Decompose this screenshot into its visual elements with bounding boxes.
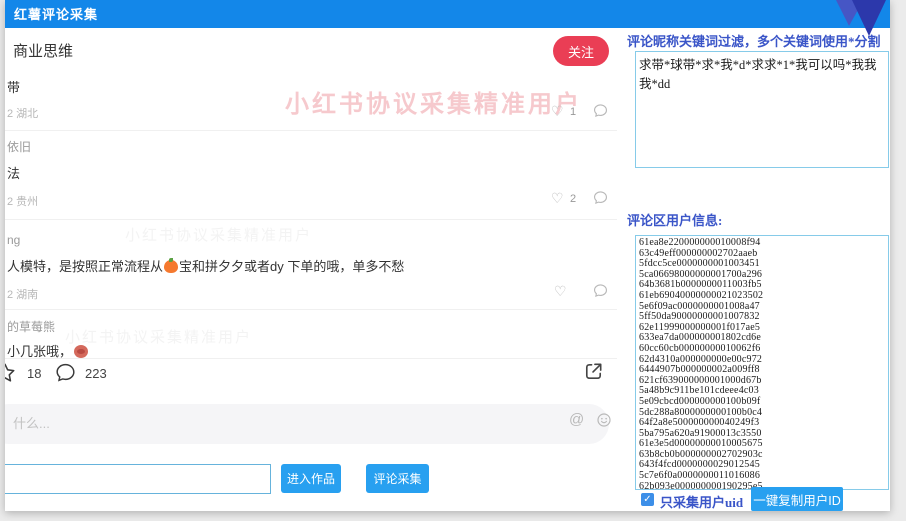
screen: 红薯评论采集 小红书协议采集精准用户 小红书协议采集精准用户 小红书协议采集精准…: [0, 0, 906, 521]
watermark-faint: 小红书协议采集精准用户: [125, 224, 312, 245]
enter-work-button[interactable]: 进入作品: [281, 464, 341, 493]
collect-count: 18: [27, 366, 41, 381]
divider: [5, 309, 617, 310]
like-count: 1: [570, 106, 576, 118]
collect-comments-button[interactable]: 评论采集: [366, 464, 429, 493]
uid-only-checkbox[interactable]: ✓: [641, 493, 654, 506]
comment-count: 223: [85, 366, 107, 381]
app-window: 红薯评论采集 小红书协议采集精准用户 小红书协议采集精准用户 小红书协议采集精准…: [5, 0, 890, 511]
like-count: 2: [570, 193, 576, 205]
comment-text: 人模特，是按照正常流程从宝和拼夕夕或者dy 下单的哦，单多不愁: [7, 256, 404, 275]
comment-input-placeholder: 什么...: [13, 413, 50, 432]
copy-user-ids-button[interactable]: 一键复制用户ID: [751, 487, 843, 511]
emoji-smiley-icon[interactable]: [596, 412, 612, 428]
like-icon[interactable]: ♡: [551, 104, 564, 118]
keyword-filter-label: 评论昵称关键词过滤，多个关键词使用*分割: [627, 31, 881, 50]
app-title: 红薯评论采集: [14, 4, 98, 23]
note-title: 商业思维: [13, 40, 73, 61]
keyword-filter-textarea[interactable]: 求带*球带*求*我*d*求求*1*我可以吗*我我我*dd: [635, 51, 889, 168]
uid-only-checkbox-label: 只采集用户uid: [660, 492, 743, 511]
comment-input[interactable]: [5, 404, 609, 444]
divider: [5, 130, 617, 131]
comment-user[interactable]: 依旧: [7, 138, 31, 155]
title-bar: 红薯评论采集: [5, 0, 890, 28]
share-icon[interactable]: [582, 360, 605, 383]
watermark: 小红书协议采集精准用户: [285, 84, 582, 119]
divider: [5, 358, 617, 359]
comment-text: 带: [7, 77, 20, 96]
comment-user[interactable]: ng: [7, 233, 20, 247]
like-icon[interactable]: ♡: [554, 284, 567, 298]
comment-meta: 2 湖北: [7, 105, 38, 121]
comment-bubble-icon[interactable]: [55, 362, 76, 383]
work-url-input[interactable]: [5, 464, 271, 494]
follow-button[interactable]: 关注: [553, 36, 609, 66]
watermark-faint: 小红书协议采集精准用户: [65, 326, 252, 347]
collect-star-icon[interactable]: [5, 362, 16, 384]
mention-at-icon[interactable]: @: [569, 411, 584, 428]
reply-icon[interactable]: [593, 283, 608, 298]
peach-emoji: [164, 260, 178, 273]
comment-meta: 2 湖南: [7, 286, 38, 302]
like-icon[interactable]: ♡: [551, 191, 564, 205]
bear-emoji: [74, 345, 88, 358]
reply-icon[interactable]: [593, 103, 608, 118]
comment-user[interactable]: 的草莓熊: [7, 318, 55, 335]
comment-meta: 2 贵州: [7, 193, 38, 209]
user-info-label: 评论区用户信息:: [627, 210, 722, 229]
comment-text: 法: [7, 163, 20, 182]
comment-feed-panel: 小红书协议采集精准用户 小红书协议采集精准用户 小红书协议采集精准用户 商业思维…: [5, 28, 618, 511]
divider: [5, 219, 617, 220]
reply-icon[interactable]: [593, 190, 608, 205]
user-id-listbox[interactable]: 61ea8e220000000010008f94 63c49eff0000000…: [635, 235, 889, 490]
